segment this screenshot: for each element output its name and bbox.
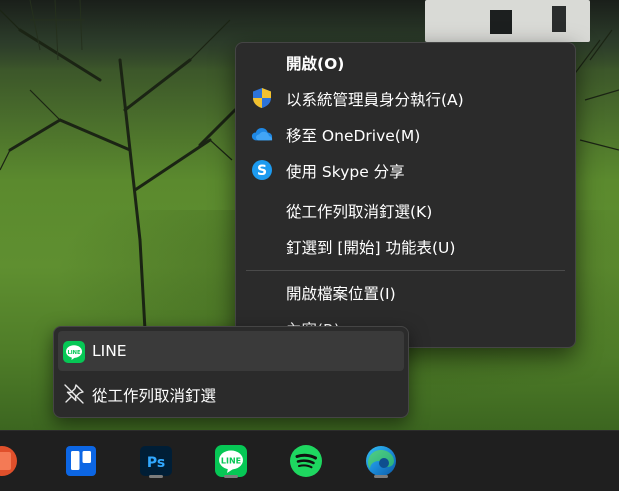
running-indicator: [149, 475, 163, 478]
menu-item-label: 以系統管理員身分執行(A): [286, 91, 464, 109]
uac-shield-icon: [251, 88, 273, 108]
taskbar-app-trello[interactable]: [63, 443, 99, 479]
spotify-icon: [290, 445, 322, 477]
menu-separator: [246, 270, 565, 271]
jump-list-unpin-label: 從工作列取消釘選: [92, 387, 217, 405]
photoshop-badge: Ps: [147, 455, 165, 471]
jump-list-app-label: LINE: [92, 342, 127, 360]
taskbar-jump-list: LINE LINE 從工作列取消釘選: [53, 326, 409, 418]
office-icon: [0, 446, 17, 476]
taskbar-app-spotify[interactable]: [288, 443, 324, 479]
jump-list-unpin-item[interactable]: 從工作列取消釘選: [58, 373, 404, 413]
menu-item-run-as-admin[interactable]: 以系統管理員身分執行(A): [240, 81, 571, 115]
menu-item-label: 移至 OneDrive(M): [286, 127, 421, 145]
menu-item-label: 釘選到 [開始] 功能表(U): [286, 239, 456, 257]
photoshop-icon: Ps: [140, 446, 172, 476]
svg-text:LINE: LINE: [67, 350, 81, 356]
menu-item-open[interactable]: 開啟(O): [240, 45, 571, 79]
running-indicator: [224, 475, 238, 478]
menu-item-unpin-taskbar[interactable]: 從工作列取消釘選(K): [240, 193, 571, 227]
edge-icon: [366, 446, 396, 476]
context-menu: 開啟(O) 以系統管理員身分執行(A) 移至 OneDrive(M) S 使用 …: [235, 42, 576, 348]
taskbar-app-line[interactable]: LINE: [213, 443, 249, 479]
skype-icon: S: [251, 160, 273, 180]
onedrive-icon: [251, 124, 273, 144]
line-badge: LINE: [221, 457, 241, 466]
menu-item-move-to-onedrive[interactable]: 移至 OneDrive(M): [240, 117, 571, 151]
menu-item-label: 從工作列取消釘選(K): [286, 203, 433, 221]
unpin-icon: [63, 383, 85, 405]
menu-item-open-file-location[interactable]: 開啟檔案位置(I): [240, 275, 571, 309]
taskbar-app-office[interactable]: [0, 443, 20, 479]
menu-item-label: 開啟檔案位置(I): [286, 285, 396, 303]
taskbar-app-photoshop[interactable]: Ps: [138, 443, 174, 479]
menu-item-label: 開啟(O): [286, 55, 345, 73]
line-icon: LINE: [63, 341, 85, 363]
taskbar: Ps LINE: [0, 430, 619, 491]
running-indicator: [374, 475, 388, 478]
taskbar-app-edge[interactable]: [363, 443, 399, 479]
line-icon: LINE: [215, 445, 247, 477]
svg-text:S: S: [257, 163, 267, 179]
menu-item-pin-to-start[interactable]: 釘選到 [開始] 功能表(U): [240, 229, 571, 263]
menu-item-share-skype[interactable]: S 使用 Skype 分享: [240, 153, 571, 187]
menu-item-label: 使用 Skype 分享: [286, 163, 405, 181]
trello-icon: [66, 446, 96, 476]
jump-list-app-item[interactable]: LINE LINE: [58, 331, 404, 371]
